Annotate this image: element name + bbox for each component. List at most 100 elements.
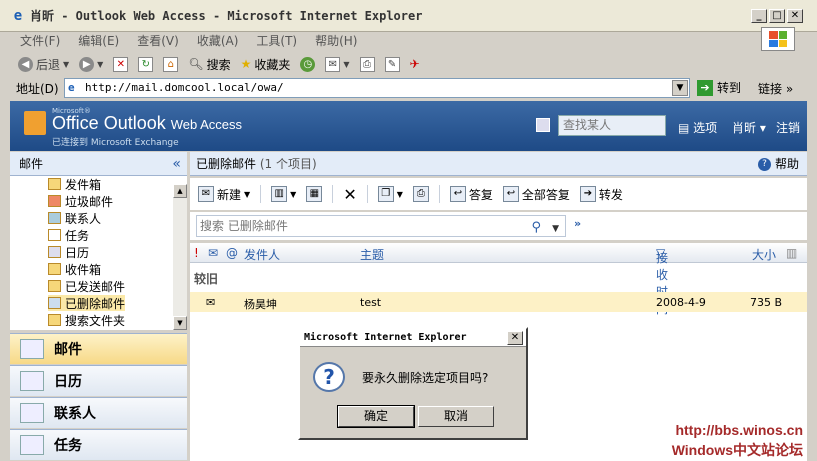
ok-button[interactable]: 确定 [337, 405, 415, 428]
col-received[interactable]: 接收时间 ▽ [656, 246, 668, 316]
reply-all-button[interactable]: ↩ 全部答复 [502, 182, 570, 206]
expand-search-icon[interactable]: » [574, 217, 581, 230]
chevron-down-icon: ▼ [97, 59, 104, 69]
nav-contacts[interactable]: 联系人 [10, 397, 187, 428]
home-button[interactable]: ⌂ [161, 54, 180, 74]
print-button[interactable]: ⎙ [412, 182, 429, 206]
stop-button[interactable]: ✕ [111, 54, 130, 74]
collapse-icon[interactable]: « [172, 152, 181, 176]
office-logo-icon [24, 111, 46, 135]
menu-favorites[interactable]: 收藏(A) [197, 32, 239, 49]
forward-button[interactable]: ➔ 转发 [579, 182, 623, 206]
dialog-close-button[interactable]: ✕ [507, 331, 523, 345]
mail-button[interactable]: ✉ ▼ [323, 54, 351, 74]
folder-junk[interactable]: 垃圾邮件 [48, 193, 113, 209]
menu-view[interactable]: 查看(V) [137, 32, 179, 49]
cancel-button[interactable]: 取消 [418, 406, 494, 427]
column-chooser-icon[interactable]: ▥ [786, 246, 797, 260]
nav-mail[interactable]: 邮件 [10, 333, 187, 364]
maximize-button[interactable]: □ [769, 9, 785, 23]
edit-icon: ✎ [384, 56, 400, 72]
sent-icon [48, 280, 61, 292]
dialog-title: Microsoft Internet Explorer [300, 329, 526, 347]
print-button[interactable]: ⎙ [358, 54, 377, 74]
edit-button[interactable]: ✎ [383, 54, 402, 74]
search-row: 搜索 已删除邮件 ⚲ ▼ » [190, 212, 807, 240]
nav-calendar[interactable]: 日历 [10, 365, 187, 396]
col-from[interactable]: 发件人 [244, 246, 280, 263]
search-icon[interactable]: ⚲ [531, 218, 541, 238]
search-folder-icon [48, 314, 61, 326]
menu-edit[interactable]: 编辑(E) [78, 32, 119, 49]
folder-calendar[interactable]: 日历 [48, 244, 89, 260]
dialog-message: 要永久删除选定项目吗? [362, 371, 489, 385]
back-button[interactable]: ◀ 后退 ▼ [16, 54, 71, 74]
envelope-icon[interactable]: ✉ [208, 246, 218, 260]
address-input[interactable]: e http://mail.domcool.local/owa/ [64, 78, 690, 98]
delete-button[interactable]: ✕ [343, 182, 356, 206]
move-button[interactable]: ▦ [306, 182, 323, 206]
favorites-button[interactable]: ★ 收藏夹 [239, 54, 293, 74]
ie-toolbar: ◀ 后退 ▼ ▶ ▼ ✕ ↻ ⌂ 🔍︎ 搜索 ★ 收藏夹 ◷ ✉ ▼ ⎙ ✎ ✈ [0, 52, 817, 76]
stop-icon: ✕ [113, 56, 129, 72]
refresh-icon: ↻ [138, 56, 154, 72]
message-date: 2008-4-9 [656, 296, 706, 309]
copy-icon: ❐ [377, 186, 394, 202]
folder-tasks[interactable]: 任务 [48, 227, 89, 243]
calendar-icon [20, 371, 44, 391]
nav-tasks[interactable]: 任务 [10, 429, 187, 460]
options-link[interactable]: ▤ 选项 [678, 119, 717, 136]
home-icon: ⌂ [163, 56, 179, 72]
go-button[interactable]: ➔ 转到 [697, 79, 741, 96]
move-folder-icon: ▦ [306, 186, 323, 202]
search-options-icon[interactable]: ▼ [552, 219, 559, 239]
col-subject[interactable]: 主题 [360, 246, 384, 263]
watermark-name: Windows中文站论坛 [671, 442, 803, 458]
history-button[interactable]: ◷ [298, 54, 317, 74]
messenger-icon: ✈ [409, 57, 420, 71]
watermark-url: http://bbs.winos.cn [675, 422, 803, 438]
address-dropdown-button[interactable]: ▼ [672, 80, 688, 96]
back-arrow-icon: ◀ [18, 56, 33, 72]
attachment-icon[interactable]: @ [226, 246, 238, 260]
folder-sent[interactable]: 已发送邮件 [48, 278, 125, 294]
importance-icon[interactable]: ! [194, 246, 199, 260]
folder-deleted[interactable]: 已删除邮件 [48, 295, 126, 311]
folder-search[interactable]: 搜索文件夹 [48, 312, 125, 328]
forward-button[interactable]: ▶ ▼ [77, 54, 105, 74]
address-bar: 地址(D) e http://mail.domcool.local/owa/ ▼… [0, 77, 817, 100]
view-button[interactable]: ▥ ▼ [271, 182, 296, 206]
user-menu[interactable]: 肖昕 ▾ [732, 119, 766, 136]
window-title: 肖昕 - Outlook Web Access - Microsoft Inte… [30, 9, 423, 23]
folder-contacts[interactable]: 联系人 [48, 210, 101, 226]
messenger-button[interactable]: ✈ [408, 54, 422, 74]
reply-button[interactable]: ↩ 答复 [449, 182, 493, 206]
search-button[interactable]: 🔍︎ 搜索 [186, 54, 232, 74]
help-button[interactable]: ? 帮助 [757, 152, 799, 176]
folder-outbox[interactable]: 发件箱 [48, 176, 101, 192]
menu-help[interactable]: 帮助(H) [315, 32, 357, 49]
junk-icon [48, 195, 61, 207]
links-button[interactable]: 链接 » [758, 80, 793, 97]
find-someone-input[interactable]: 查找某人 [558, 115, 666, 136]
address-book-icon[interactable] [536, 118, 550, 132]
col-size[interactable]: 大小 [752, 246, 776, 263]
copy-button[interactable]: ❐ ▼ [377, 182, 403, 206]
minimize-button[interactable]: _ [751, 9, 767, 23]
help-icon: ? [757, 157, 771, 171]
new-button[interactable]: ✉ 新建 ▼ [198, 182, 250, 206]
scroll-down-button[interactable]: ▼ [173, 316, 187, 330]
search-input[interactable]: 搜索 已删除邮件 ⚲ ▼ [196, 215, 566, 237]
folder-inbox[interactable]: 收件箱 [48, 261, 101, 277]
question-icon: ? [313, 362, 345, 392]
folder-scrollbar[interactable]: ▲ ▼ [173, 184, 187, 330]
menu-tools[interactable]: 工具(T) [256, 32, 297, 49]
refresh-button[interactable]: ↻ [136, 54, 155, 74]
history-icon: ◷ [300, 56, 316, 72]
close-window-button[interactable]: ✕ [787, 9, 803, 23]
logout-link[interactable]: 注销 [776, 119, 800, 136]
left-pane-header: 邮件 « [10, 152, 187, 176]
table-row[interactable]: ✉ 杨昊坤 test 2008-4-9 735 B [190, 292, 807, 312]
scroll-up-button[interactable]: ▲ [173, 184, 187, 198]
menu-file[interactable]: 文件(F) [20, 32, 60, 49]
